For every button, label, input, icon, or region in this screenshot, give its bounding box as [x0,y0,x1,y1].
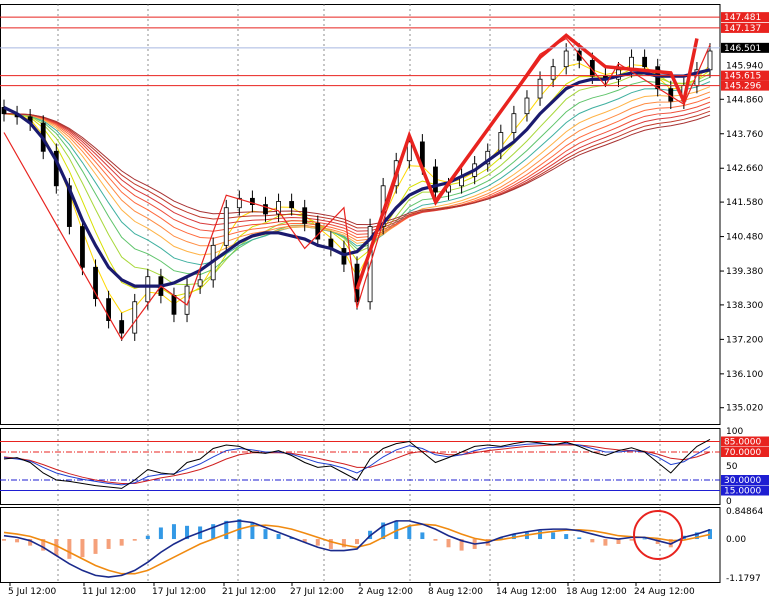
macd-bar-negative [603,539,608,546]
ma-fan-line [3,76,711,276]
price-axis-label: 137.200 [726,335,763,345]
price-axis-label: 138.300 [726,301,763,311]
price-tag-label: 145.940 [726,61,763,71]
ma-fan-line [3,110,711,229]
candle-up [223,207,229,246]
macd-bar-positive [407,525,412,540]
price-tag-label: 146.501 [724,44,761,54]
candle-down [171,295,177,315]
macd-bar-negative [15,539,20,543]
time-axis-label: 17 Jul 12:00 [152,587,206,597]
macd-bar-negative [355,539,359,544]
macd-axis-label: 0.84864 [726,507,763,517]
macd-axis-label: -1.1797 [726,574,761,584]
rsi-level-label: 30.0000 [724,476,761,486]
time-axis-label: 8 Aug 12:00 [428,587,483,597]
highlight-circle [633,510,683,560]
macd-bar-negative [590,539,595,543]
ma-fan-line [3,113,711,226]
time-axis-label: 27 Jul 12:00 [290,587,344,597]
macd-bar-positive [551,532,556,540]
time-axis-label: 21 Jul 12:00 [222,587,276,597]
price-axis-label: 144.860 [726,95,763,105]
macd-bar-positive [577,537,582,540]
macd-axis-label: 0.00 [726,535,746,545]
candle-up [145,276,151,303]
candle-up [197,279,203,287]
rsi-panel-frame [0,428,721,505]
candle-down [302,207,308,224]
macd-bar-positive [420,532,425,540]
rsi-level-label: 70.0000 [724,448,761,458]
candle-up [550,66,556,80]
time-axis-label: 2 Aug 12:00 [358,587,413,597]
price-axis-label: 142.660 [726,164,763,174]
rsi-line-rsi_fast [3,438,711,489]
candle-down [433,166,438,193]
candle-down [80,226,85,268]
time-axis-label: 14 Aug 12:00 [496,587,557,597]
price-axis-label: 143.760 [726,130,763,140]
ma-fan-line [3,106,711,232]
macd-bar-negative [106,539,111,549]
candle-down [642,56,648,68]
rsi-axis-label: 50 [726,462,738,472]
time-axis-label: 18 Aug 12:00 [566,587,627,597]
macd-bar-positive [145,535,150,540]
rsi-line-rsi_slow [3,443,711,486]
price-axis-label: 139.380 [726,267,763,277]
price-tag-label: 147.137 [724,24,761,34]
time-axis-label: 5 Jul 12:00 [8,587,57,597]
macd-bar-positive [276,534,281,540]
macd-bar-positive [263,529,268,540]
rsi-line-rsi_ma [3,444,711,484]
price-axis-label: 140.480 [726,233,763,243]
rsi-axis-label: 100 [726,427,743,437]
time-axis-label: 24 Aug 12:00 [634,587,695,597]
macd-bar-positive [171,524,176,540]
macd-bar-negative [132,539,137,541]
macd-bar-positive [158,527,163,540]
candle-up [563,50,569,68]
candle-down [289,201,295,209]
macd-bar-negative [93,539,98,554]
macd-bar-positive [538,530,543,540]
rsi-level-label: 85.0000 [724,438,761,448]
candle-up [537,78,543,99]
price-axis-label: 136.100 [726,370,763,380]
macd-bar-negative [315,539,320,546]
macd-bar-negative [629,539,634,541]
rsi-level-label: 15.0000 [724,487,761,497]
macd-bar-negative [54,539,59,556]
macd-bar-negative [2,539,6,541]
time-axis-label: 11 Jul 12:00 [82,587,136,597]
macd-bar-negative [80,539,85,558]
macd-bar-negative [119,539,124,546]
candle-up [132,301,138,334]
price-tag-label: 145.296 [724,82,761,92]
rsi-axis-label: 0 [726,497,732,507]
price-axis-label: 135.020 [726,404,763,414]
macd-bar-negative [446,539,451,548]
chart-canvas[interactable]: 144.860 143.760 142.660 141.580 140.480 139.3… [0,0,770,600]
macd-bar-negative [67,539,72,559]
trading-chart-window[interactable]: 144.860 143.760 142.660 141.580 140.480 139.3… [0,0,770,600]
price-tag-label: 147.481 [724,13,761,23]
candle-up [524,97,530,115]
macd-bar-negative [433,539,438,541]
candle-up [707,50,713,71]
macd-bar-positive [564,534,569,540]
candle-down [119,320,125,334]
candle-up [511,113,517,133]
price-axis-label: 141.580 [726,198,763,208]
ma-fan-line [3,86,711,256]
price-tag-label: 145.615 [724,72,761,82]
macd-bar-negative [341,539,346,548]
